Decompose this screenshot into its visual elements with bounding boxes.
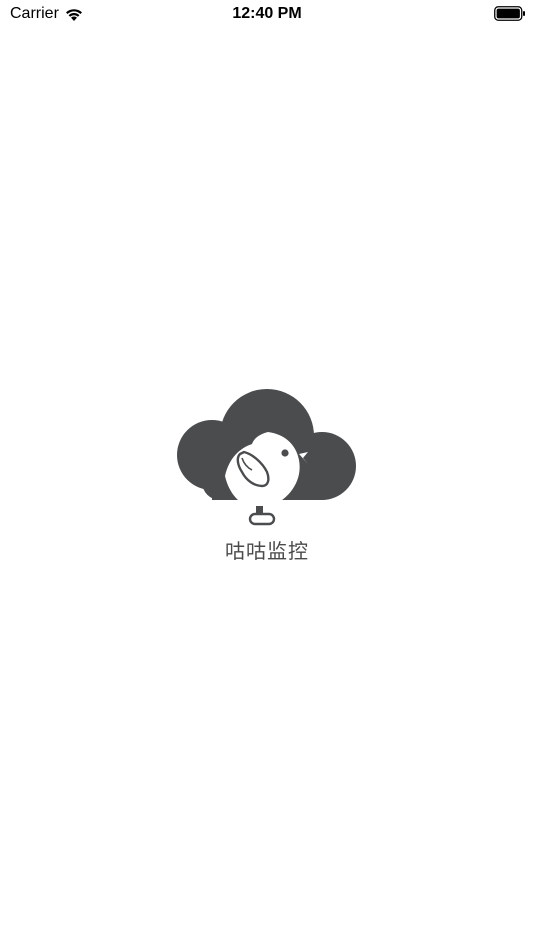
status-time: 12:40 PM [232, 5, 302, 22]
splash-screen: Carrier 12:40 PM 咕咕监控 [0, 0, 534, 950]
battery-icon [494, 6, 525, 21]
status-bar: Carrier 12:40 PM [0, 0, 534, 28]
app-name: 咕咕监控 [225, 539, 309, 563]
cloud-bird-logo-icon [177, 389, 356, 526]
